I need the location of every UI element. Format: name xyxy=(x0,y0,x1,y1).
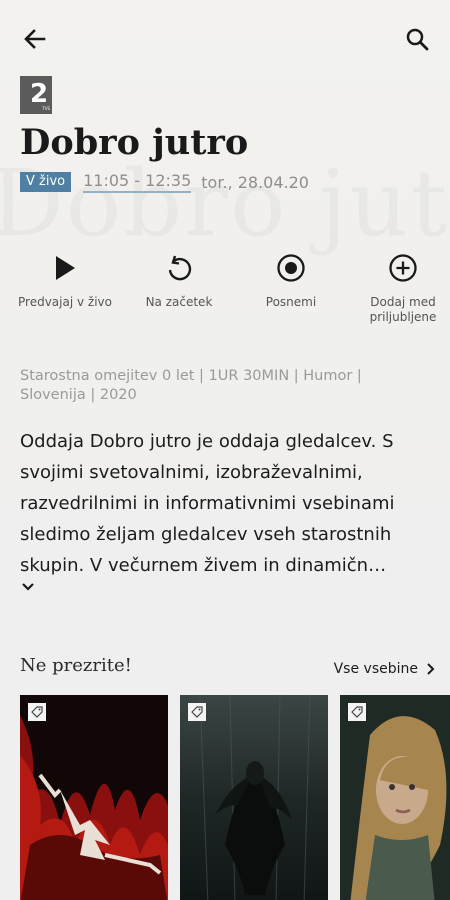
tag-icon xyxy=(348,703,366,721)
add-favourite-button[interactable]: Dodaj med priljubljene xyxy=(348,250,450,325)
back-button[interactable] xyxy=(18,22,52,56)
search-icon xyxy=(406,28,429,51)
play-live-button[interactable]: Predvajaj v živo xyxy=(10,250,120,310)
see-all-link[interactable]: Vse vsebine xyxy=(334,661,438,677)
tag-icon xyxy=(188,703,206,721)
restart-label: Na začetek xyxy=(145,295,213,309)
poster-3[interactable] xyxy=(340,695,450,900)
chevron-down-icon xyxy=(22,583,34,591)
title-watermark: Dobro jutro xyxy=(0,150,450,257)
record-label: Posnemi xyxy=(265,295,317,309)
see-all-label: Vse vsebine xyxy=(333,661,418,677)
top-bar xyxy=(0,0,450,78)
channel-logo-number: 2 xyxy=(30,79,49,109)
program-meta: V živo 11:05 - 12:35 tor., 28.04.20 xyxy=(20,171,309,193)
channel-logo: 2 TVS xyxy=(20,76,52,114)
expand-description-button[interactable] xyxy=(19,578,39,598)
recommendation-row xyxy=(20,695,450,900)
section-title: Ne prezrite! xyxy=(20,655,132,676)
record-button[interactable]: Posnemi xyxy=(236,250,346,310)
add-favourite-label: Dodaj med priljubljene xyxy=(369,295,437,324)
poster-1[interactable] xyxy=(20,695,168,900)
program-time[interactable]: 11:05 - 12:35 xyxy=(83,171,192,193)
program-date: tor., 28.04.20 xyxy=(201,172,309,192)
poster-3-image xyxy=(340,695,450,900)
restart-icon xyxy=(168,255,192,281)
search-button[interactable] xyxy=(400,22,434,56)
poster-2-image xyxy=(180,695,328,900)
play-live-label: Predvajaj v živo xyxy=(18,295,112,309)
tag-icon xyxy=(28,703,46,721)
chevron-right-icon xyxy=(427,663,435,675)
channel-logo-sub: TVS xyxy=(42,106,50,111)
program-title: Dobro jutro xyxy=(20,122,249,163)
record-icon xyxy=(277,254,305,282)
program-description: Oddaja Dobro jutro je oddaja gledalcev. … xyxy=(20,431,395,576)
program-info: Starostna omejitev 0 let | 1UR 30MIN | H… xyxy=(20,368,362,403)
arrow-left-icon xyxy=(24,29,46,49)
poster-2[interactable] xyxy=(180,695,328,900)
live-badge: V živo xyxy=(20,172,72,192)
poster-1-image xyxy=(20,695,168,900)
restart-button[interactable]: Na začetek xyxy=(124,250,234,310)
play-icon xyxy=(56,256,75,280)
add-circle-icon xyxy=(389,254,417,282)
